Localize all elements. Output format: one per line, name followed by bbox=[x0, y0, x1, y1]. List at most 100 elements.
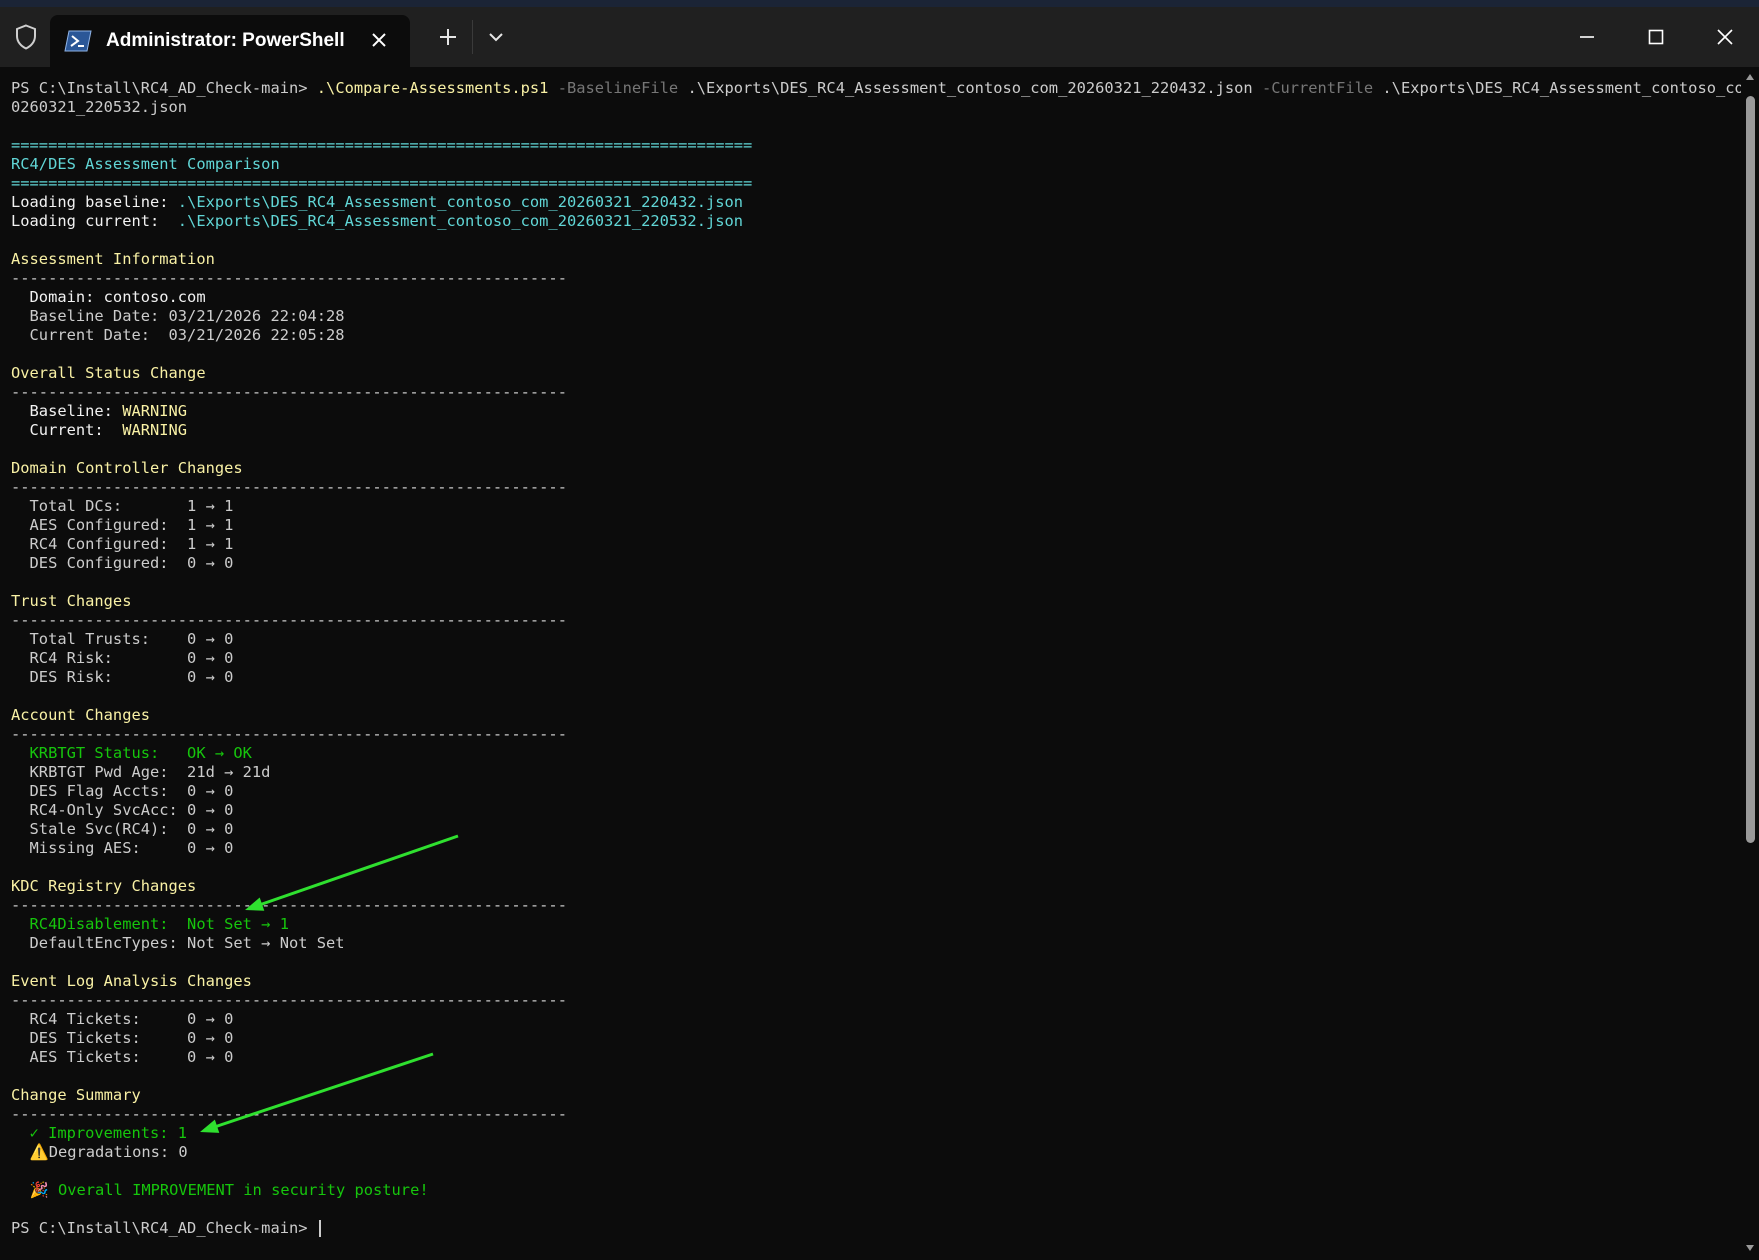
terminal-line: PS C:\Install\RC4_AD_Check-main> bbox=[11, 1219, 1741, 1238]
close-icon[interactable] bbox=[368, 29, 390, 51]
terminal-text: KRBTGT Status: OK → OK bbox=[11, 744, 252, 762]
window-top-border bbox=[0, 0, 1759, 7]
terminal-line: Change Summary bbox=[11, 1086, 1741, 1105]
terminal-line: RC4 Configured: 1 → 1 bbox=[11, 535, 1741, 554]
terminal-text: PS C:\Install\RC4_AD_Check-main> bbox=[11, 79, 317, 97]
terminal-text: Loading current: bbox=[11, 212, 178, 230]
terminal-line: RC4 Tickets: 0 → 0 bbox=[11, 1010, 1741, 1029]
terminal-line: Baseline Date: 03/21/2026 22:04:28 bbox=[11, 307, 1741, 326]
terminal-text: .\Exports\DES_RC4_Assessment_contoso_com… bbox=[678, 79, 1253, 97]
terminal-line: Loading current: .\Exports\DES_RC4_Asses… bbox=[11, 212, 1741, 231]
terminal-text: ----------------------------------------… bbox=[11, 991, 567, 1009]
terminal-text: KDC Registry Changes bbox=[11, 877, 197, 895]
terminal-text: ----------------------------------------… bbox=[11, 269, 567, 287]
terminal-text: Loading baseline: bbox=[11, 193, 178, 211]
terminal-line: 🎉 Overall IMPROVEMENT in security postur… bbox=[11, 1181, 1741, 1200]
terminal-text: -BaselineFile bbox=[548, 79, 679, 97]
terminal-line: ⚠️Degradations: 0 bbox=[11, 1143, 1741, 1162]
terminal-text: Domain Controller Changes bbox=[11, 459, 243, 477]
terminal-text: ----------------------------------------… bbox=[11, 1105, 567, 1123]
terminal-line: ========================================… bbox=[11, 136, 1741, 155]
text-cursor bbox=[318, 1220, 321, 1237]
tab-dropdown-button[interactable] bbox=[473, 7, 519, 67]
terminal-text: RC4-Only SvcAcc: 0 → 0 bbox=[11, 801, 234, 819]
terminal-line: RC4Disablement: Not Set → 1 bbox=[11, 915, 1741, 934]
terminal-text: RC4 Risk: 0 → 0 bbox=[11, 649, 234, 667]
maximize-button[interactable] bbox=[1621, 7, 1690, 67]
terminal-line: Baseline: WARNING bbox=[11, 402, 1741, 421]
terminal-line: Overall Status Change bbox=[11, 364, 1741, 383]
close-window-button[interactable] bbox=[1690, 7, 1759, 67]
terminal-line: Event Log Analysis Changes bbox=[11, 972, 1741, 991]
terminal-line: 0260321_220532.json bbox=[11, 98, 1741, 117]
minimize-button[interactable] bbox=[1552, 7, 1621, 67]
terminal-line: Domain: contoso.com bbox=[11, 288, 1741, 307]
tab-title: Administrator: PowerShell bbox=[106, 30, 345, 51]
scrollbar-thumb[interactable] bbox=[1746, 96, 1755, 843]
plus-icon bbox=[440, 29, 456, 45]
terminal-text: ----------------------------------------… bbox=[11, 383, 567, 401]
powershell-icon bbox=[64, 30, 92, 52]
terminal-line: DES Configured: 0 → 0 bbox=[11, 554, 1741, 573]
terminal-text: Total DCs: 1 → 1 bbox=[11, 497, 234, 515]
terminal-text: ✓ Improvements: 1 bbox=[11, 1124, 188, 1142]
terminal-text: WARNING bbox=[122, 402, 188, 420]
minimize-icon bbox=[1579, 36, 1594, 38]
terminal-line: Total DCs: 1 → 1 bbox=[11, 497, 1741, 516]
scroll-down-arrow-icon[interactable] bbox=[1745, 1244, 1755, 1252]
terminal-text: Overall Status Change bbox=[11, 364, 206, 382]
terminal-text: ----------------------------------------… bbox=[11, 611, 567, 629]
terminal-text: ----------------------------------------… bbox=[11, 725, 567, 743]
terminal-line: Current Date: 03/21/2026 22:05:28 bbox=[11, 326, 1741, 345]
window-controls bbox=[1552, 7, 1759, 67]
terminal-text: ========================================… bbox=[11, 174, 753, 192]
tab-powershell[interactable]: Administrator: PowerShell bbox=[50, 15, 410, 67]
terminal-text: AES Configured: 1 → 1 bbox=[11, 516, 234, 534]
scroll-up-arrow-icon[interactable] bbox=[1745, 73, 1755, 81]
terminal-text: Change Summary bbox=[11, 1086, 141, 1104]
terminal-text: RC4Disablement: Not Set → 1 bbox=[11, 915, 289, 933]
terminal-line: ----------------------------------------… bbox=[11, 383, 1741, 402]
terminal-text: AES Tickets: 0 → 0 bbox=[11, 1048, 234, 1066]
terminal-text: DES Risk: 0 → 0 bbox=[11, 668, 234, 686]
terminal-line: PS C:\Install\RC4_AD_Check-main> .\Compa… bbox=[11, 79, 1741, 98]
terminal-text: PS C:\Install\RC4_AD_Check-main> bbox=[11, 1219, 317, 1237]
terminal-line: ----------------------------------------… bbox=[11, 1105, 1741, 1124]
terminal-text: WARNING bbox=[122, 421, 188, 439]
terminal-output[interactable]: PS C:\Install\RC4_AD_Check-main> .\Compa… bbox=[0, 67, 1741, 1260]
terminal-line: DES Tickets: 0 → 0 bbox=[11, 1029, 1741, 1048]
terminal-text: Total Trusts: 0 → 0 bbox=[11, 630, 234, 648]
terminal-line: DES Risk: 0 → 0 bbox=[11, 668, 1741, 687]
terminal-text: RC4 Tickets: 0 → 0 bbox=[11, 1010, 234, 1028]
terminal-lines: PS C:\Install\RC4_AD_Check-main> .\Compa… bbox=[11, 79, 1741, 1238]
chevron-down-icon bbox=[489, 33, 503, 42]
terminal-line: RC4-Only SvcAcc: 0 → 0 bbox=[11, 801, 1741, 820]
terminal-line: Loading baseline: .\Exports\DES_RC4_Asse… bbox=[11, 193, 1741, 212]
terminal-line: DES Flag Accts: 0 → 0 bbox=[11, 782, 1741, 801]
terminal-text: Baseline: bbox=[11, 402, 123, 420]
terminal-text: ========================================… bbox=[11, 136, 753, 154]
terminal-text: DefaultEncTypes: Not Set → Not Set bbox=[11, 934, 345, 952]
terminal-text: .\Exports\DES_RC4_Assessment_contoso_com… bbox=[1373, 79, 1741, 97]
terminal-text: RC4 Configured: 1 → 1 bbox=[11, 535, 234, 553]
terminal-text: Current: bbox=[11, 421, 123, 439]
terminal-line: ----------------------------------------… bbox=[11, 896, 1741, 915]
terminal-line: Stale Svc(RC4): 0 → 0 bbox=[11, 820, 1741, 839]
terminal-line: ----------------------------------------… bbox=[11, 611, 1741, 630]
terminal-text: ⚠️Degradations: 0 bbox=[11, 1143, 188, 1161]
terminal-line: Account Changes bbox=[11, 706, 1741, 725]
terminal-line: Missing AES: 0 → 0 bbox=[11, 839, 1741, 858]
terminal-text: Current Date: 03/21/2026 22:05:28 bbox=[11, 326, 345, 344]
terminal-text: .\Exports\DES_RC4_Assessment_contoso_com… bbox=[177, 193, 744, 211]
terminal-line: Trust Changes bbox=[11, 592, 1741, 611]
vertical-scrollbar[interactable] bbox=[1741, 67, 1759, 1260]
new-tab-button[interactable] bbox=[424, 7, 472, 67]
terminal-text: ----------------------------------------… bbox=[11, 478, 567, 496]
terminal-text: Account Changes bbox=[11, 706, 150, 724]
terminal-line: Total Trusts: 0 → 0 bbox=[11, 630, 1741, 649]
